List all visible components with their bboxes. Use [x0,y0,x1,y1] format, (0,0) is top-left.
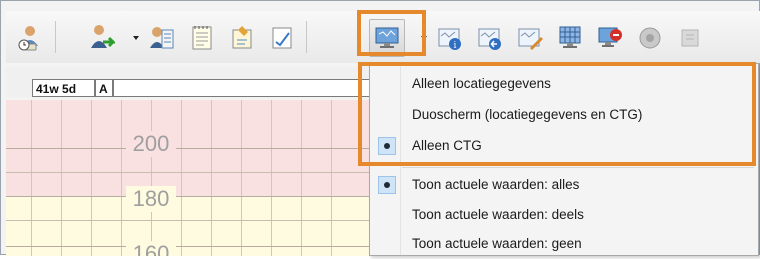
menu-item-label: Alleen locatiegegevens [412,76,551,91]
chevron-down-icon[interactable] [133,36,139,40]
menu-item-dual-screen[interactable]: Duoscherm (locatiegegevens en CTG) [370,100,758,130]
menu-item-label: Duoscherm (locatiegegevens en CTG) [412,107,643,122]
application-window: i 41w 5d A 200 180 160 Alleen locatiegeg… [0,0,760,256]
display-mode-button[interactable] [369,19,405,57]
menu-separator [402,167,754,168]
pen-document-button[interactable] [512,19,548,57]
checklist-icon [272,27,292,49]
patient-clock-button[interactable] [13,19,49,57]
menu-item-ctg-only[interactable]: Alleen CTG [370,131,758,161]
menu-item-values-all[interactable]: Toon actuele waarden: alles [370,170,758,200]
grid-line [241,100,242,256]
register-icon [150,27,174,49]
menu-item-values-partial[interactable]: Toon actuele waarden: deels [370,200,758,230]
y-axis-label: 160 [126,241,176,256]
toolbar-separator [55,21,56,53]
back-document-icon [478,28,501,50]
radio-selected-icon [378,137,396,155]
toolbar-separator [306,21,307,53]
grid-line [121,100,122,256]
grid-monitor-icon [559,26,581,48]
grid-line [331,100,332,256]
display-mode-menu: Alleen locatiegegevens Duoscherm (locati… [369,63,759,256]
disabled-tool-icon [681,29,699,47]
alarm-monitor-button[interactable] [592,19,628,57]
speaker-button[interactable] [632,19,668,57]
back-document-button[interactable] [472,19,508,57]
menu-item-label: Toon actuele waarden: alles [412,177,580,192]
gestational-age-field: 41w 5d [32,79,95,97]
y-axis-label: 180 [126,186,176,212]
grid-monitor-button[interactable] [552,19,588,57]
speaker-icon [639,27,661,49]
menu-item-location-only[interactable]: Alleen locatiegegevens [370,69,758,99]
user-arrow-button[interactable] [83,19,119,57]
radio-selected-icon [378,176,396,194]
patient-clock-icon [18,26,38,51]
monitor-display-icon [375,27,399,48]
user-arrow-icon [91,25,115,48]
disabled-tool-button[interactable] [672,19,708,57]
y-axis-label: 200 [126,131,176,157]
grid-line [301,100,302,256]
pen-document-icon [518,28,543,50]
checklist-button[interactable] [264,19,300,57]
svg-text:i: i [454,41,457,51]
menu-item-label: Toon actuele waarden: deels [412,207,584,222]
grid-line [181,100,182,256]
alarm-monitor-icon [598,27,622,47]
grid-line [91,100,92,256]
document-edit-icon [232,26,252,49]
grid-line [211,100,212,256]
grid-line [31,100,32,256]
notepad-button[interactable] [184,19,220,57]
grid-line [271,100,272,256]
grid-line [61,100,62,256]
info-document-icon: i [438,28,461,51]
document-edit-button[interactable] [224,19,260,57]
menu-item-label: Alleen CTG [412,138,482,153]
chevron-down-icon[interactable] [421,36,427,40]
info-document-button[interactable]: i [432,19,468,57]
toolbar: i [6,11,760,63]
flag-field: A [95,79,113,97]
register-button[interactable] [143,19,179,57]
grid-line [151,100,152,256]
notepad-icon [192,26,212,50]
